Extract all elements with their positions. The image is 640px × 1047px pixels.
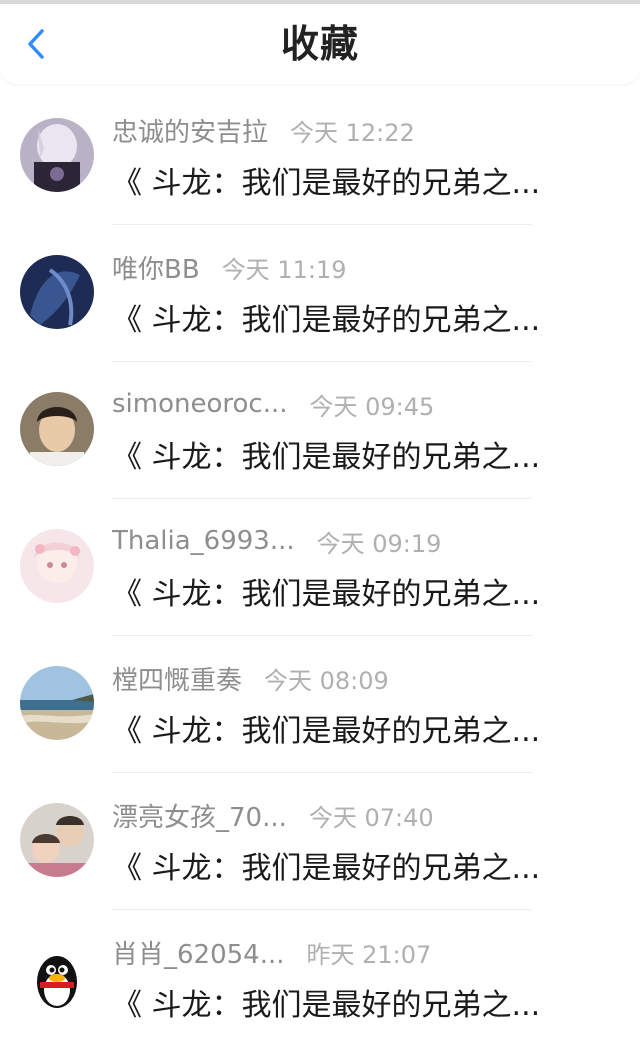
list-item[interactable]: 肖肖_62054... 昨天 21:07 《 斗龙：我们是最好的兄弟之... bbox=[0, 910, 640, 1047]
avatar[interactable] bbox=[20, 118, 94, 192]
list-item[interactable]: 忠诚的安吉拉 今天 12:22 《 斗龙：我们是最好的兄弟之... bbox=[0, 88, 640, 225]
list-item[interactable]: 漂亮女孩_70... 今天 07:40 《 斗龙：我们是最好的兄弟之... bbox=[0, 773, 640, 910]
message-preview: 《 斗龙：我们是最好的兄弟之... bbox=[112, 440, 541, 475]
timestamp: 今天 12:22 bbox=[290, 118, 415, 147]
message-preview: 《 斗龙：我们是最好的兄弟之... bbox=[112, 714, 541, 749]
timestamp: 今天 11:19 bbox=[221, 255, 347, 284]
list-item[interactable]: Thalia_6993... 今天 09:19 《 斗龙：我们是最好的兄弟之..… bbox=[0, 499, 640, 636]
avatar[interactable] bbox=[20, 940, 94, 1014]
page-title: 收藏 bbox=[280, 22, 359, 66]
timestamp: 今天 07:40 bbox=[308, 803, 434, 832]
timestamp: 今天 09:45 bbox=[309, 392, 435, 421]
sender-name: Thalia_6993... bbox=[112, 526, 295, 556]
sender-name: simoneoroc... bbox=[112, 389, 288, 419]
avatar[interactable] bbox=[20, 392, 94, 466]
list-item[interactable]: simoneoroc... 今天 09:45 《 斗龙：我们是最好的兄弟之... bbox=[0, 362, 640, 499]
timestamp: 今天 08:09 bbox=[264, 666, 389, 695]
timestamp: 今天 09:19 bbox=[316, 529, 442, 558]
sender-name: 肖肖_62054... bbox=[112, 939, 285, 970]
message-preview: 《 斗龙：我们是最好的兄弟之... bbox=[112, 166, 541, 201]
avatar[interactable] bbox=[20, 529, 94, 603]
list-item[interactable]: 唯你BB 今天 11:19 《 斗龙：我们是最好的兄弟之... bbox=[0, 225, 640, 362]
sender-name: 忠诚的安吉拉 bbox=[112, 117, 269, 148]
sender-name: 樘四慨重奏 bbox=[112, 665, 243, 696]
sender-name: 唯你BB bbox=[112, 254, 200, 285]
sender-name: 漂亮女孩_70... bbox=[112, 802, 287, 833]
timestamp: 昨天 21:07 bbox=[306, 940, 432, 969]
message-preview: 《 斗龙：我们是最好的兄弟之... bbox=[112, 851, 541, 886]
list-item[interactable]: 樘四慨重奏 今天 08:09 《 斗龙：我们是最好的兄弟之... bbox=[0, 636, 640, 773]
avatar[interactable] bbox=[20, 803, 94, 877]
message-preview: 《 斗龙：我们是最好的兄弟之... bbox=[112, 577, 541, 612]
favorites-list: 忠诚的安吉拉 今天 12:22 《 斗龙：我们是最好的兄弟之... 唯你BB 今… bbox=[0, 88, 640, 1047]
message-preview: 《 斗龙：我们是最好的兄弟之... bbox=[112, 303, 541, 338]
avatar[interactable] bbox=[20, 255, 94, 329]
message-preview: 《 斗龙：我们是最好的兄弟之... bbox=[112, 988, 541, 1023]
avatar[interactable] bbox=[20, 666, 94, 740]
